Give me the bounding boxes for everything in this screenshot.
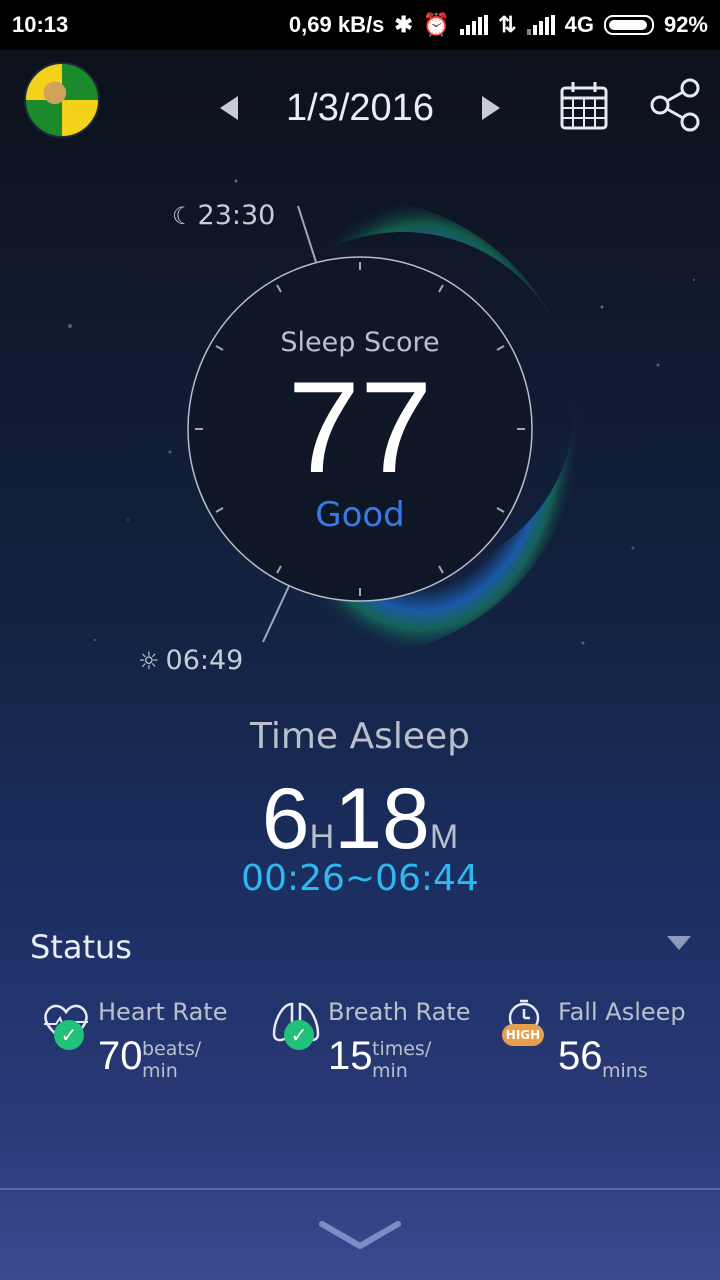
chevron-down-icon[interactable] <box>318 1218 402 1252</box>
wake-time-value: 06:49 <box>165 645 244 676</box>
metric-value: 70 <box>98 1034 143 1078</box>
signal-icon-2 <box>526 15 555 35</box>
metric-fall-asleep[interactable]: HIGH Fall Asleep 56 mins <box>500 998 700 1088</box>
metric-heart-rate[interactable]: ✓ Heart Rate 70 beats/ min <box>40 998 250 1088</box>
signal-icon <box>460 15 489 35</box>
metric-unit-bottom: min <box>142 1060 178 1082</box>
metric-unit-top: times/ <box>372 1038 432 1060</box>
time-asleep-range: 00:26~06:44 <box>241 858 479 899</box>
asleep-minutes: 18 <box>334 771 430 867</box>
metric-unit-bottom: mins <box>602 1060 648 1082</box>
metric-unit-bottom: min <box>372 1060 408 1082</box>
network-speed: 0,69 kB/s <box>288 12 385 37</box>
metric-label: Fall Asleep <box>558 998 686 1026</box>
data-transfer-icon: ⇅ <box>498 12 517 37</box>
status-expand-toggle[interactable] <box>667 936 691 950</box>
bluetooth-icon: ✱ <box>394 12 413 37</box>
bed-time: ☾ 23:30 <box>172 200 275 231</box>
sleep-score-grade: Good <box>315 495 405 535</box>
asleep-hours-unit: H <box>309 818 335 856</box>
metric-label: Heart Rate <box>98 998 228 1026</box>
sleep-score-value: 77 <box>287 354 433 500</box>
status-title: Status <box>30 928 132 966</box>
battery-icon <box>603 15 654 35</box>
previous-day-button[interactable] <box>220 96 238 120</box>
alarm-icon: ⏰ <box>422 12 451 37</box>
user-avatar[interactable] <box>24 62 100 138</box>
share-icon[interactable] <box>650 78 700 132</box>
asleep-hours: 6 <box>261 771 310 867</box>
current-date[interactable]: 1/3/2016 <box>286 87 434 130</box>
next-day-button[interactable] <box>481 96 500 120</box>
clock: 10:13 <box>12 12 69 37</box>
battery-level: 92% <box>663 12 708 37</box>
calendar-icon[interactable] <box>560 80 608 132</box>
moon-icon: ☾ <box>172 201 194 230</box>
high-badge: HIGH <box>502 1024 544 1046</box>
network-type: 4G <box>564 12 594 37</box>
asleep-minutes-unit: M <box>429 818 459 856</box>
metric-unit-top: beats/ <box>142 1038 202 1060</box>
date-navigator: 1/3/2016 <box>220 80 500 136</box>
metric-breath-rate[interactable]: ✓ Breath Rate 15 times/ min <box>270 998 471 1088</box>
metric-label: Breath Rate <box>328 998 471 1026</box>
check-badge-icon: ✓ <box>284 1020 314 1050</box>
bed-time-value: 23:30 <box>197 200 276 231</box>
metric-value: 56 <box>558 1034 603 1078</box>
time-asleep-title: Time Asleep <box>249 716 471 757</box>
bottom-divider <box>0 1188 720 1190</box>
metric-value: 15 <box>328 1034 373 1078</box>
sun-icon: ☼ <box>138 646 160 675</box>
time-asleep-value: 6H18M <box>0 770 720 869</box>
wake-time: ☼ 06:49 <box>138 645 243 676</box>
check-badge-icon: ✓ <box>54 1020 84 1050</box>
system-status-bar: 10:13 0,69 kB/s ✱ ⏰ ⇅ 4G 92% <box>0 0 720 50</box>
